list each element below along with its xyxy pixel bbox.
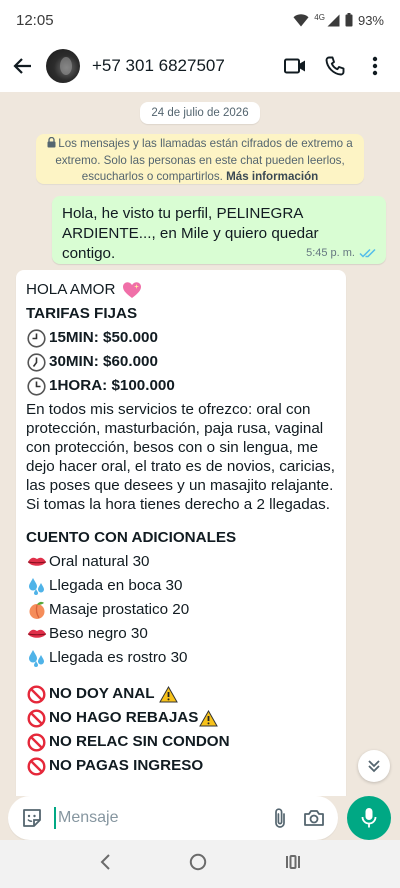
nav-recents-button[interactable] [285, 854, 301, 875]
lock-icon [47, 136, 56, 153]
chat-area[interactable]: 24 de julio de 2026 Los mensajes y las l… [0, 92, 400, 796]
rate-item: 30MIN: $60.000 [26, 350, 336, 374]
rule-item: NO RELAC SIN CONDON [26, 730, 336, 754]
rate-text: 1HORA: $100.000 [49, 377, 175, 394]
extras-title: CUENTO CON ADICIONALES [26, 529, 237, 546]
attach-button[interactable] [266, 804, 294, 832]
extra-item: Llegada es rostro 30 [26, 646, 336, 670]
camera-button[interactable] [300, 804, 328, 832]
rule-item: NO PAGAS INGRESO [26, 754, 336, 778]
extra-text: Oral natural 30 [49, 553, 150, 570]
clock-icon [26, 352, 47, 373]
extra-text: Llegada es rostro 30 [49, 649, 188, 666]
rate-text: 15MIN: $50.000 [49, 329, 158, 346]
sticker-button[interactable] [18, 804, 46, 832]
peach-icon [26, 600, 47, 621]
extra-item: Llegada en boca 30 [26, 574, 336, 598]
paperclip-icon [275, 808, 285, 828]
extra-item: Beso negro 30 [26, 622, 336, 646]
sparkling-heart-icon [121, 280, 142, 301]
nav-home-button[interactable] [189, 853, 207, 876]
video-camera-icon [284, 58, 305, 74]
extra-item: Oral natural 30 [26, 550, 336, 574]
greeting-line: HOLA AMOR [26, 278, 336, 302]
phone-icon [325, 56, 345, 76]
services-description: En todos mis servicios te ofrezco: oral … [26, 401, 335, 513]
rate-text: 30MIN: $60.000 [49, 353, 158, 370]
system-nav-bar [0, 840, 400, 888]
rule-text: NO PAGAS INGRESO [49, 757, 204, 774]
more-vertical-icon [372, 56, 378, 76]
network-type: 4G [314, 12, 325, 22]
encryption-notice[interactable]: Los mensajes y las llamadas están cifrad… [36, 134, 364, 184]
nav-back-button[interactable] [99, 853, 111, 875]
contact-name[interactable]: +57 301 6827507 [92, 56, 280, 76]
lips-icon [26, 552, 47, 573]
avatar[interactable] [46, 49, 80, 83]
microphone-icon [361, 808, 377, 828]
warning-icon [158, 684, 179, 705]
prohibited-icon [26, 684, 47, 705]
greeting-text: HOLA AMOR [26, 281, 116, 298]
rule-text: NO RELAC SIN CONDON [49, 733, 230, 750]
status-icons: 4G 93% [293, 13, 384, 28]
battery-level: 93% [357, 12, 384, 28]
status-bar: 12:05 4G 93% [0, 0, 400, 40]
incoming-message[interactable]: HOLA AMOR TARIFAS FIJAS 15MIN: $50.000 3… [16, 270, 346, 796]
signal-icon [327, 14, 340, 27]
home-circle-icon [189, 853, 207, 870]
rule-item: NO HAGO REBAJAS [26, 706, 336, 730]
back-button[interactable] [8, 51, 38, 81]
double-chevron-down-icon [368, 760, 380, 773]
rule-text: NO HAGO REBAJAS [49, 709, 199, 726]
battery-icon [345, 13, 353, 27]
extra-item: Masaje prostatico 20 [26, 598, 336, 622]
wifi-icon [293, 13, 309, 27]
rule-item: NO DOY ANAL [26, 682, 336, 706]
clock-icon [26, 328, 47, 349]
message-input[interactable] [54, 807, 266, 829]
message-meta: 5:45 p. m. [306, 247, 376, 259]
more-info-link[interactable]: Más información [226, 170, 318, 183]
extra-text: Masaje prostatico 20 [49, 601, 190, 618]
composer-pill [8, 796, 338, 840]
prohibited-icon [26, 708, 47, 729]
message-time: 5:45 p. m. [306, 247, 355, 259]
chevron-left-icon [100, 853, 110, 870]
rule-text: NO DOY ANAL [49, 685, 155, 702]
chat-header: +57 301 6827507 [0, 40, 400, 92]
composer-bar [0, 796, 400, 840]
prohibited-icon [26, 756, 47, 777]
warning-icon [198, 708, 219, 729]
status-time: 12:05 [16, 11, 54, 29]
extra-text: Beso negro 30 [49, 625, 148, 642]
clock-icon [26, 376, 47, 397]
rates-title: TARIFAS FIJAS [26, 305, 138, 322]
camera-icon [304, 810, 324, 826]
sticker-icon [23, 809, 41, 827]
recents-icon [286, 854, 300, 869]
lips-icon [26, 624, 47, 645]
voice-message-button[interactable] [347, 796, 391, 840]
more-options-button[interactable] [360, 51, 390, 81]
outgoing-message[interactable]: Hola, he visto tu perfil, PELINEGRA ARDI… [52, 196, 386, 264]
extra-text: Llegada en boca 30 [49, 577, 183, 594]
video-call-button[interactable] [280, 51, 310, 81]
prohibited-icon [26, 732, 47, 753]
arrow-left-icon [13, 58, 31, 74]
droplets-icon [26, 648, 47, 669]
droplets-icon [26, 576, 47, 597]
voice-call-button[interactable] [320, 51, 350, 81]
double-check-icon [359, 248, 376, 258]
scroll-to-bottom-button[interactable] [358, 750, 390, 782]
rate-item: 15MIN: $50.000 [26, 326, 336, 350]
date-chip: 24 de julio de 2026 [140, 102, 260, 124]
header-actions [280, 51, 390, 81]
rate-item: 1HORA: $100.000 [26, 374, 336, 398]
